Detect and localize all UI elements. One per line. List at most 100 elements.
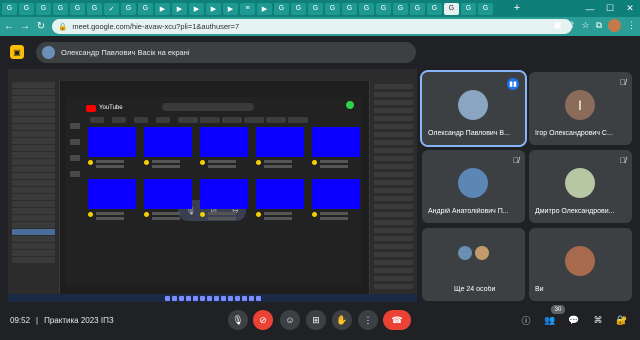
browser-tab[interactable]: G — [2, 2, 17, 15]
video-title-placeholder — [96, 165, 124, 168]
activities-button[interactable]: ⌘ — [591, 313, 605, 327]
mic-button[interactable]: 🎙 — [228, 310, 248, 330]
property-row — [374, 236, 413, 241]
new-tab-button[interactable]: + — [510, 2, 524, 14]
video-thumbnail — [200, 127, 248, 157]
browser-tab[interactable]: G — [308, 2, 323, 15]
meeting-info: 09:52 | Практика 2023 ІПЗ — [10, 316, 114, 325]
property-row — [374, 172, 413, 177]
participant-tile[interactable]: 🎙̸ Андрій Анатолійович П... — [422, 150, 525, 223]
leave-call-button[interactable]: ☎ — [383, 310, 411, 330]
taskbar-app-icon — [248, 295, 254, 301]
participant-tile[interactable]: Ще 24 особи — [422, 228, 525, 301]
property-row — [374, 124, 413, 129]
browser-tab[interactable]: G — [461, 2, 476, 15]
extensions-icon[interactable]: ⧉ — [596, 20, 602, 31]
taskbar-app-icon — [213, 295, 219, 301]
lock-person-icon: 🔐 — [616, 314, 628, 325]
people-icon: 👥 — [544, 314, 556, 325]
browser-tab[interactable]: G — [342, 2, 357, 15]
bookmark-star-icon[interactable]: ☆ — [581, 20, 589, 31]
microphone-icon: 🎙 — [232, 314, 244, 325]
browser-tab[interactable]: G — [393, 2, 408, 15]
people-button[interactable]: 👥 — [543, 313, 557, 327]
video-title-placeholder — [152, 217, 180, 220]
channel-avatar — [144, 212, 149, 217]
video-title-placeholder — [320, 212, 348, 215]
video-title-placeholder — [152, 160, 180, 163]
video-thumbnail — [88, 179, 136, 209]
participant-tile[interactable]: 🎙̸ Дмитро Олександрови... — [529, 150, 632, 223]
layer-row — [12, 236, 55, 242]
profile-avatar[interactable] — [608, 19, 621, 32]
host-controls-button[interactable]: 🔐 — [615, 313, 629, 327]
participant-tile[interactable]: ▮▮ Олександр Павлович В... — [420, 70, 527, 147]
participant-name: Ще 24 особи — [454, 286, 496, 293]
youtube-search-box — [162, 103, 254, 111]
channel-avatar — [88, 212, 93, 217]
video-title-placeholder — [96, 160, 124, 163]
browser-tab[interactable]: G — [291, 2, 306, 15]
browser-tab[interactable]: G — [427, 2, 442, 15]
browser-tab[interactable]: ▶ — [155, 2, 170, 15]
participant-tile[interactable]: 🎙̸ І Ігор Олександрович С... — [529, 72, 632, 145]
browser-tab[interactable]: G — [325, 2, 340, 15]
property-row — [374, 212, 413, 217]
meeting-title: Практика 2023 ІПЗ — [44, 316, 114, 325]
back-icon[interactable]: ← — [4, 21, 14, 32]
browser-tab[interactable]: ≡ — [240, 2, 255, 15]
browser-tab[interactable]: G — [376, 2, 391, 15]
minimize-icon[interactable]: — — [580, 0, 600, 17]
layer-row — [12, 103, 55, 109]
properties-panel — [369, 81, 417, 294]
browser-tab[interactable]: G — [87, 2, 102, 15]
browser-tab[interactable]: G — [138, 2, 153, 15]
presenter-banner: Олександр Павлович Васік на екрані — [36, 42, 416, 63]
more-options-button[interactable]: ⋮ — [358, 310, 378, 330]
browser-tab[interactable]: G — [70, 2, 85, 15]
browser-tab[interactable]: ▶ — [172, 2, 187, 15]
browser-tab[interactable]: G — [444, 2, 459, 15]
browser-tab[interactable]: ▶ — [257, 2, 272, 15]
browser-tab[interactable]: G — [19, 2, 34, 15]
video-title-placeholder — [264, 160, 292, 163]
browser-tab[interactable]: G — [359, 2, 374, 15]
chat-button[interactable]: 💬 — [567, 313, 581, 327]
raise-hand-button[interactable]: ✋ — [332, 310, 352, 330]
speaking-indicator-icon: ▮▮ — [507, 78, 519, 90]
browser-tab[interactable]: ▶ — [206, 2, 221, 15]
forward-icon[interactable]: → — [20, 21, 30, 32]
reload-icon[interactable]: ↻ — [36, 21, 46, 32]
camera-toggle-button[interactable]: ⊘ — [253, 310, 273, 330]
close-window-icon[interactable]: ✕ — [620, 0, 640, 17]
present-screen-icon[interactable]: ▣ — [10, 45, 24, 59]
present-button[interactable]: ⊞ — [306, 310, 326, 330]
share-icon[interactable]: ⇪ — [568, 20, 576, 31]
maximize-icon[interactable]: ☐ — [600, 0, 620, 17]
browser-tab[interactable]: ▶ — [223, 2, 238, 15]
layer-row — [12, 131, 55, 137]
kebab-menu-icon[interactable]: ⋮ — [627, 20, 636, 31]
video-title-placeholder — [320, 217, 348, 220]
browser-tab[interactable]: ▶ — [189, 2, 204, 15]
omnibox[interactable]: 🔒 meet.google.com/hie-avaw-xcu?pli=1&aut… — [52, 19, 572, 34]
browser-tab[interactable]: G — [410, 2, 425, 15]
layer-row — [12, 215, 55, 221]
camera-icon[interactable]: ▣ — [553, 20, 562, 31]
browser-tab[interactable]: G — [478, 2, 493, 15]
info-icon: ⓘ — [521, 315, 531, 326]
layer-row — [12, 187, 55, 193]
record-indicator-icon — [346, 101, 354, 109]
property-row — [374, 268, 413, 273]
layer-row — [12, 124, 55, 130]
browser-tab[interactable]: G — [274, 2, 289, 15]
participant-tile[interactable]: Ви — [529, 228, 632, 301]
browser-tab[interactable]: G — [53, 2, 68, 15]
youtube-category-chip — [156, 117, 170, 123]
meeting-details-button[interactable]: ⓘ — [519, 313, 533, 327]
browser-tab[interactable]: ✓ — [104, 2, 119, 15]
emoji-reaction-button[interactable]: ☺ — [280, 310, 300, 330]
browser-tab[interactable]: G — [36, 2, 51, 15]
youtube-category-chip — [90, 117, 104, 123]
browser-tab[interactable]: G — [121, 2, 136, 15]
